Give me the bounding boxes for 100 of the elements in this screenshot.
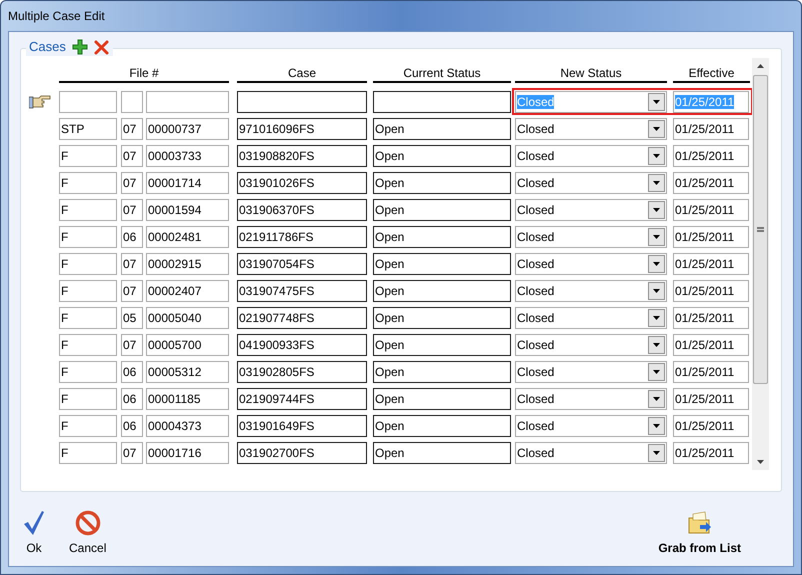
dropdown-arrow-icon[interactable] — [653, 208, 660, 212]
case-field[interactable]: 031902805FS — [237, 361, 367, 383]
current-status-field[interactable]: Open — [373, 442, 511, 464]
case-field[interactable]: 031902700FS — [237, 442, 367, 464]
file-number-field[interactable]: 00005700 — [146, 334, 229, 356]
case-field[interactable]: 031901026FS — [237, 172, 367, 194]
file-prefix-field[interactable]: F — [59, 361, 117, 383]
file-prefix-field[interactable]: F — [59, 307, 117, 329]
case-field[interactable]: 031907054FS — [237, 253, 367, 275]
file-year-field[interactable] — [121, 91, 143, 113]
file-number-field[interactable]: 00004373 — [146, 415, 229, 437]
dropdown-arrow-icon[interactable] — [653, 343, 660, 347]
effective-date-field[interactable]: 01/25/2011 — [673, 415, 749, 437]
file-year-field[interactable]: 06 — [121, 361, 143, 383]
dropdown-arrow-icon[interactable] — [653, 100, 660, 104]
file-number-field[interactable]: 00002407 — [146, 280, 229, 302]
scrollbar[interactable] — [752, 58, 769, 470]
file-prefix-field[interactable]: F — [59, 334, 117, 356]
file-year-field[interactable]: 07 — [121, 118, 143, 140]
effective-date-field[interactable]: 01/25/2011 — [673, 307, 749, 329]
current-status-field[interactable]: Open — [373, 361, 511, 383]
file-number-field[interactable]: 00001714 — [146, 172, 229, 194]
effective-date-field[interactable]: 01/25/2011 — [673, 361, 749, 383]
case-field[interactable]: 031901649FS — [237, 415, 367, 437]
file-prefix-field[interactable]: F — [59, 415, 117, 437]
delete-icon[interactable] — [94, 39, 110, 55]
dropdown-arrow-icon[interactable] — [653, 370, 660, 374]
dropdown-arrow-icon[interactable] — [653, 289, 660, 293]
file-prefix-field[interactable]: F — [59, 442, 117, 464]
file-year-field[interactable]: 07 — [121, 442, 143, 464]
dropdown-arrow-icon[interactable] — [653, 451, 660, 455]
file-number-field[interactable]: 00005040 — [146, 307, 229, 329]
file-number-field[interactable]: 00002915 — [146, 253, 229, 275]
file-prefix-field[interactable] — [59, 91, 117, 113]
effective-date-field[interactable]: 01/25/2011 — [673, 388, 749, 410]
file-number-field[interactable]: 00001594 — [146, 199, 229, 221]
status-dropdown[interactable]: Closed — [515, 415, 667, 437]
file-prefix-field[interactable]: F — [59, 172, 117, 194]
current-status-field[interactable]: Open — [373, 280, 511, 302]
status-dropdown[interactable]: Closed — [515, 307, 667, 329]
effective-date-field[interactable]: 01/25/2011 — [673, 280, 749, 302]
status-dropdown[interactable]: Closed — [515, 118, 667, 140]
current-status-field[interactable]: Open — [373, 172, 511, 194]
grab-from-list-button[interactable]: Grab from List — [656, 510, 743, 557]
case-field[interactable]: 021909744FS — [237, 388, 367, 410]
dropdown-arrow-icon[interactable] — [653, 181, 660, 185]
file-year-field[interactable]: 07 — [121, 145, 143, 167]
add-icon[interactable] — [72, 39, 88, 55]
effective-date-field[interactable]: 01/25/2011 — [673, 442, 749, 464]
file-prefix-field[interactable]: F — [59, 199, 117, 221]
current-status-field[interactable] — [373, 91, 511, 113]
dropdown-arrow-icon[interactable] — [653, 262, 660, 266]
effective-date-field[interactable]: 01/25/2011 — [673, 172, 749, 194]
dropdown-arrow-icon[interactable] — [653, 235, 660, 239]
current-status-field[interactable]: Open — [373, 199, 511, 221]
file-year-field[interactable]: 07 — [121, 172, 143, 194]
scroll-thumb[interactable] — [753, 75, 768, 384]
file-year-field[interactable]: 07 — [121, 253, 143, 275]
case-field[interactable] — [237, 91, 367, 113]
current-status-field[interactable]: Open — [373, 334, 511, 356]
dropdown-arrow-icon[interactable] — [653, 154, 660, 158]
file-number-field[interactable]: 00001185 — [146, 388, 229, 410]
case-field[interactable]: 031907475FS — [237, 280, 367, 302]
effective-date-field[interactable]: 01/25/2011 — [673, 253, 749, 275]
file-prefix-field[interactable]: STP — [59, 118, 117, 140]
status-dropdown[interactable]: Closed — [515, 145, 667, 167]
file-prefix-field[interactable]: F — [59, 253, 117, 275]
case-field[interactable]: 971016096FS — [237, 118, 367, 140]
ok-button[interactable]: Ok — [21, 510, 47, 557]
status-dropdown[interactable]: Closed — [515, 199, 667, 221]
dropdown-arrow-icon[interactable] — [653, 397, 660, 401]
status-dropdown[interactable]: Closed — [515, 172, 667, 194]
file-year-field[interactable]: 06 — [121, 415, 143, 437]
file-number-field[interactable]: 00003733 — [146, 145, 229, 167]
file-number-field[interactable]: 00000737 — [146, 118, 229, 140]
current-status-field[interactable]: Open — [373, 226, 511, 248]
case-field[interactable]: 021907748FS — [237, 307, 367, 329]
current-status-field[interactable]: Open — [373, 388, 511, 410]
case-field[interactable]: 031908820FS — [237, 145, 367, 167]
file-number-field[interactable]: 00002481 — [146, 226, 229, 248]
current-status-field[interactable]: Open — [373, 253, 511, 275]
case-field[interactable]: 021911786FS — [237, 226, 367, 248]
status-dropdown[interactable]: Closed — [515, 334, 667, 356]
dropdown-arrow-icon[interactable] — [653, 316, 660, 320]
effective-date-field[interactable]: 01/25/2011 — [673, 334, 749, 356]
status-dropdown[interactable]: Closed — [515, 226, 667, 248]
case-field[interactable]: 041900933FS — [237, 334, 367, 356]
case-field[interactable]: 031906370FS — [237, 199, 367, 221]
file-number-field[interactable] — [146, 91, 229, 113]
effective-date-field[interactable]: 01/25/2011 — [673, 145, 749, 167]
file-number-field[interactable]: 00001716 — [146, 442, 229, 464]
status-dropdown[interactable]: Closed — [515, 280, 667, 302]
effective-date-field[interactable]: 01/25/2011 — [673, 226, 749, 248]
status-dropdown[interactable]: Closed — [515, 442, 667, 464]
file-year-field[interactable]: 07 — [121, 280, 143, 302]
status-dropdown[interactable]: Closed — [515, 388, 667, 410]
dropdown-arrow-icon[interactable] — [653, 127, 660, 131]
effective-date-field[interactable]: 01/25/2011 — [673, 199, 749, 221]
file-prefix-field[interactable]: F — [59, 145, 117, 167]
status-dropdown[interactable]: Closed — [515, 253, 667, 275]
